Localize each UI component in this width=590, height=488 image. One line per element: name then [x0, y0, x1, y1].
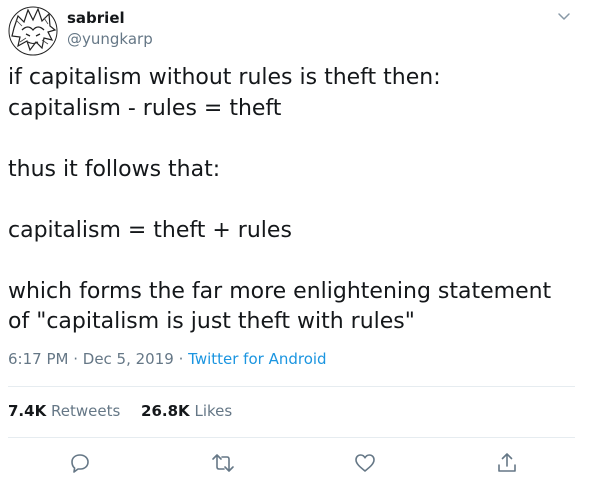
tweet-meta: 6:17 PM · Dec 5, 2019 · Twitter for Andr… — [8, 350, 327, 368]
likes-label: Likes — [194, 402, 233, 420]
meta-separator: · — [68, 350, 83, 368]
chevron-down-icon[interactable] — [556, 8, 572, 24]
tweet-date[interactable]: Dec 5, 2019 — [83, 350, 174, 368]
retweets-stat[interactable]: 7.4K Retweets — [8, 402, 120, 420]
tweet-stats: 7.4K Retweets 26.8K Likes — [8, 402, 248, 420]
user-handle[interactable]: @yungkarp — [67, 30, 153, 48]
avatar[interactable] — [8, 6, 58, 56]
divider — [8, 386, 575, 387]
reply-icon[interactable] — [67, 450, 93, 476]
likes-stat[interactable]: 26.8K Likes — [141, 402, 232, 420]
meta-separator: · — [173, 350, 189, 368]
retweets-count: 7.4K — [8, 402, 47, 420]
tweet-actions — [0, 450, 590, 478]
retweet-icon[interactable] — [210, 450, 236, 476]
tweet-header: sabriel @yungkarp — [8, 4, 582, 56]
tweet-text: if capitalism without rules is theft the… — [8, 65, 552, 334]
divider — [8, 437, 575, 438]
display-name[interactable]: sabriel — [67, 9, 125, 27]
tweet-source-link[interactable]: Twitter for Android — [188, 350, 326, 368]
heart-icon[interactable] — [352, 450, 378, 476]
tweet-time[interactable]: 6:17 PM — [8, 350, 68, 368]
likes-count: 26.8K — [141, 402, 190, 420]
retweets-label: Retweets — [50, 402, 121, 420]
share-icon[interactable] — [494, 450, 520, 476]
